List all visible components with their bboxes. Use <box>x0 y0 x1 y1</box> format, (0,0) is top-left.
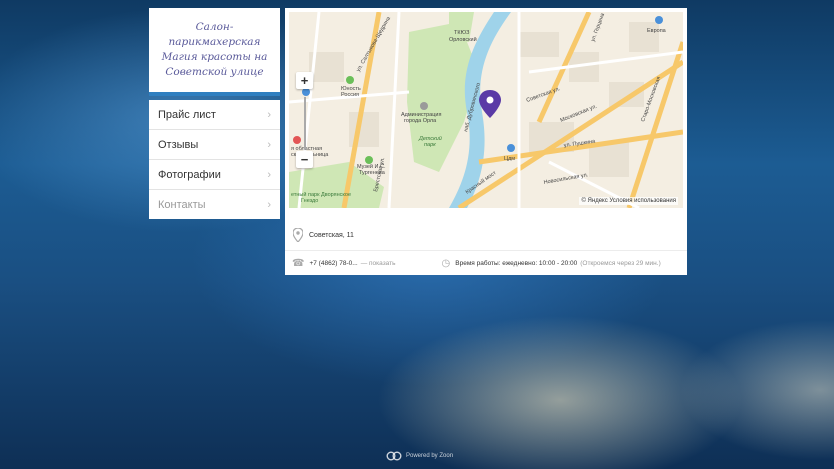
menu-item-photos[interactable]: Фотографии › <box>149 160 280 190</box>
powered-by[interactable]: Powered by Zoon <box>386 451 453 461</box>
show-phone-link[interactable]: — показать <box>361 260 396 267</box>
menu-item-label: Фотографии <box>158 168 221 181</box>
menu-item-label: Отзывы <box>158 138 199 151</box>
chevron-right-icon: › <box>267 198 271 211</box>
logo-line-2: Магия красоты на <box>161 51 268 63</box>
location-pin-icon <box>293 228 303 242</box>
map-label: города Орла <box>404 118 437 124</box>
menu-item-label: Прайс лист <box>158 108 216 121</box>
map-label: Россия <box>341 92 359 98</box>
poi-marker-icon <box>302 88 310 96</box>
map-label: ТКЮЗ <box>454 30 470 36</box>
logo-line-1: Салон-парикмахерская <box>168 21 261 48</box>
map-label: Детский <box>418 135 442 142</box>
clock-icon: ◷ <box>441 257 451 269</box>
map-label: етный парк Дворянское <box>291 191 351 198</box>
salon-logo[interactable]: Салон-парикмахерская Магия красоты на Со… <box>149 8 280 96</box>
zoom-in-button[interactable]: + <box>296 72 313 89</box>
salon-logo-text: Салон-парикмахерская Магия красоты на Со… <box>149 20 280 80</box>
address-text: Советская, 11 <box>309 231 354 239</box>
menu-item-contacts[interactable]: Контакты › <box>149 190 280 219</box>
museum-icon <box>365 156 373 164</box>
chevron-right-icon: › <box>267 108 271 121</box>
logo-line-3: Советской улице <box>165 66 264 78</box>
map[interactable]: ТКЮЗ Орловский Европа Юность Россия Адми… <box>289 12 683 208</box>
map-canvas[interactable]: ТКЮЗ Орловский Европа Юность Россия Адми… <box>289 12 683 208</box>
poi-marker-icon <box>655 16 663 24</box>
poi-marker-icon <box>420 102 428 110</box>
nav-menu: Прайс лист › Отзывы › Фотографии › Конта… <box>149 100 280 219</box>
menu-item-reviews[interactable]: Отзывы › <box>149 130 280 160</box>
map-label: Гнездо <box>301 198 318 204</box>
chevron-right-icon: › <box>267 168 271 181</box>
map-copyright[interactable]: © Яндекс Условия использования <box>579 197 678 205</box>
contact-info-row: ☎ +7 (4862) 78-0... — показать ◷ Время р… <box>285 252 687 274</box>
poi-marker-icon <box>346 76 354 84</box>
menu-item-price-list[interactable]: Прайс лист › <box>149 100 280 130</box>
opening-status: (Откроемся через 29 мин.) <box>580 259 661 267</box>
powered-by-text: Powered by Zoon <box>406 453 454 459</box>
zoom-out-button[interactable]: − <box>296 151 313 168</box>
contacts-card: ТКЮЗ Орловский Европа Юность Россия Адми… <box>285 8 687 275</box>
working-hours: Время работы: ежедневно: 10:00 - 20:00 <box>455 259 578 267</box>
phone-number: +7 (4862) 78-0... <box>309 259 358 267</box>
map-label: Орловский <box>449 36 477 43</box>
phone-icon: ☎ <box>292 257 305 269</box>
map-label: Европа <box>647 28 667 34</box>
map-label: Цдм <box>504 156 515 162</box>
zoon-logo-icon <box>386 451 402 461</box>
address-row: Советская, 11 <box>285 220 687 251</box>
poi-marker-icon <box>507 144 515 152</box>
menu-item-label: Контакты <box>158 198 206 211</box>
zoom-slider-track[interactable] <box>304 97 306 149</box>
hospital-icon <box>293 136 301 144</box>
sidebar: Салон-парикмахерская Магия красоты на Со… <box>149 8 280 219</box>
map-label: парк <box>424 142 436 148</box>
chevron-right-icon: › <box>267 138 271 151</box>
